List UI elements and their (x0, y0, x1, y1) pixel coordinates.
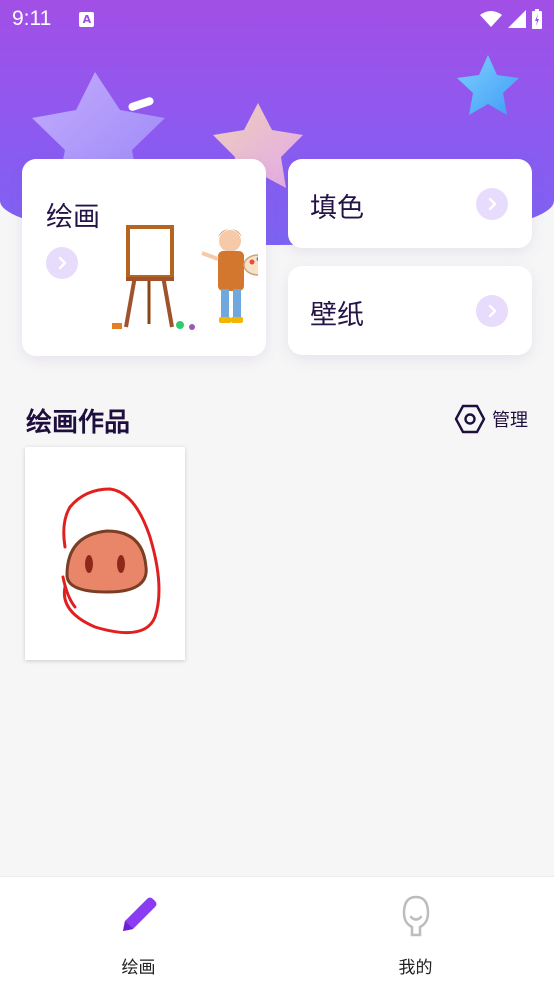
tab-mine-label: 我的 (398, 958, 433, 978)
status-icons (480, 9, 542, 29)
status-time: 9:11 (12, 7, 52, 30)
coloring-card[interactable]: 填色 (288, 159, 532, 248)
works-section-title: 绘画作品 (26, 408, 131, 438)
chevron-right-icon (488, 304, 497, 318)
artwork-thumbnail[interactable] (25, 447, 185, 660)
manage-button[interactable]: 管理 (454, 404, 528, 434)
tab-drawing-label: 绘画 (121, 958, 156, 978)
hexagon-settings-icon (454, 404, 486, 434)
tab-mine[interactable]: 我的 (277, 877, 554, 985)
coloring-card-label: 填色 (310, 193, 364, 224)
wifi-icon (480, 11, 502, 27)
painter-illustration (112, 225, 258, 330)
wallpaper-card-label: 壁纸 (310, 300, 364, 331)
star-shape-right (457, 55, 519, 115)
bottom-tab-bar: 绘画 我的 (0, 876, 554, 985)
manage-label: 管理 (492, 410, 528, 431)
profile-icon (402, 895, 429, 937)
drawing-arrow-button[interactable] (46, 247, 78, 279)
drawing-card-label: 绘画 (46, 202, 100, 233)
wallpaper-card[interactable]: 壁纸 (288, 266, 532, 355)
signal-icon (508, 10, 526, 28)
coloring-arrow-button[interactable] (476, 188, 508, 220)
artwork-drawing (61, 487, 161, 635)
chevron-right-icon (58, 256, 67, 270)
status-bar: 9:11 A (0, 0, 554, 38)
chevron-right-icon (488, 197, 497, 211)
battery-icon (532, 9, 542, 29)
wallpaper-arrow-button[interactable] (476, 295, 508, 327)
drawing-card[interactable]: 绘画 (22, 159, 266, 356)
tab-drawing[interactable]: 绘画 (0, 877, 277, 985)
notification-a-icon: A (79, 11, 95, 27)
pencil-icon (122, 897, 156, 931)
